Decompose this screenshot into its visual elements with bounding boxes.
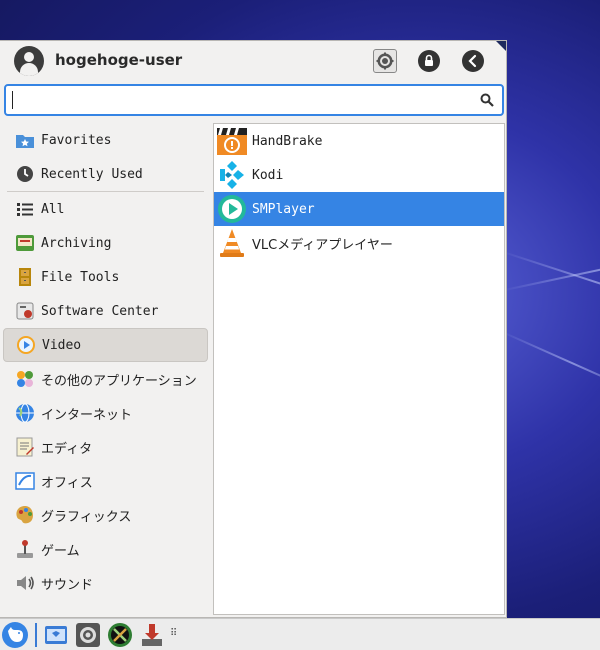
category-games[interactable]: ゲーム bbox=[3, 532, 208, 566]
category-video[interactable]: Video bbox=[3, 328, 208, 362]
user-name: hogehoge-user bbox=[55, 51, 183, 69]
category-label: Software Center bbox=[41, 303, 159, 319]
category-sound[interactable]: サウンド bbox=[3, 566, 208, 600]
download-launcher[interactable] bbox=[139, 622, 165, 648]
xfce-mouse-icon bbox=[8, 627, 23, 642]
app-label: HandBrake bbox=[252, 133, 323, 149]
category-label: ゲーム bbox=[41, 543, 80, 559]
user-avatar-icon[interactable] bbox=[14, 46, 44, 76]
app-list-panel: HandBrake Kodi SMPlayer VLCメディアプレイヤー bbox=[213, 123, 505, 615]
wallpaper-streak bbox=[499, 250, 600, 314]
category-label: Recently Used bbox=[41, 166, 143, 182]
category-label: サウンド bbox=[41, 577, 94, 593]
category-file-tools[interactable]: File Tools bbox=[3, 260, 208, 294]
category-internet[interactable]: インターネット bbox=[3, 396, 208, 430]
joystick-icon bbox=[14, 538, 36, 560]
category-label: All bbox=[41, 201, 65, 217]
category-editor[interactable]: エディタ bbox=[3, 430, 208, 464]
category-label: Video bbox=[42, 337, 82, 353]
category-recently-used[interactable]: Recently Used bbox=[3, 157, 208, 191]
file-manager-icon bbox=[45, 626, 67, 644]
category-sidebar: Favorites Recently Used All Archiving Fi… bbox=[3, 123, 208, 600]
search-box[interactable] bbox=[4, 84, 504, 116]
category-software-center[interactable]: Software Center bbox=[3, 294, 208, 328]
speaker-icon bbox=[14, 572, 36, 594]
software-center-icon bbox=[14, 300, 36, 322]
category-label: インターネット bbox=[41, 407, 133, 423]
vlc-cone-icon bbox=[216, 227, 248, 259]
kodi-icon bbox=[216, 159, 248, 191]
category-label: オフィス bbox=[41, 475, 93, 491]
search-icon[interactable] bbox=[480, 93, 494, 107]
category-favorites[interactable]: Favorites bbox=[3, 123, 208, 157]
app-label: VLCメディアプレイヤー bbox=[252, 237, 393, 253]
other-apps-icon bbox=[14, 368, 36, 390]
smplayer-icon bbox=[216, 193, 248, 225]
application-menu: hogehoge-user Favorites Recently Used Al… bbox=[0, 40, 507, 618]
video-icon bbox=[15, 334, 37, 356]
chevron-left-icon bbox=[468, 54, 477, 68]
file-manager-launcher[interactable] bbox=[43, 622, 69, 648]
category-label: その他のアプリケーション bbox=[41, 373, 197, 389]
category-other-apps[interactable]: その他のアプリケーション bbox=[3, 362, 208, 396]
settings-launcher[interactable] bbox=[75, 622, 101, 648]
office-icon bbox=[14, 470, 36, 492]
category-label: エディタ bbox=[41, 441, 93, 457]
archive-icon bbox=[14, 232, 36, 254]
start-menu-button[interactable] bbox=[2, 622, 28, 648]
category-label: Archiving bbox=[41, 235, 112, 251]
handbrake-icon bbox=[216, 125, 248, 157]
category-label: Favorites bbox=[41, 132, 112, 148]
category-office[interactable]: オフィス bbox=[3, 464, 208, 498]
settings-button[interactable] bbox=[373, 49, 397, 73]
graphics-palette-icon bbox=[14, 504, 36, 526]
category-archiving[interactable]: Archiving bbox=[3, 226, 208, 260]
lock-screen-button[interactable] bbox=[418, 50, 440, 72]
category-label: File Tools bbox=[41, 269, 120, 285]
app-smplayer[interactable]: SMPlayer bbox=[214, 192, 504, 226]
list-icon bbox=[14, 198, 36, 220]
favorites-folder-icon bbox=[14, 129, 36, 151]
crossed-tools-icon bbox=[108, 623, 132, 647]
file-cabinet-icon bbox=[14, 266, 36, 288]
app-kodi[interactable]: Kodi bbox=[214, 158, 504, 192]
download-icon bbox=[142, 624, 162, 646]
menu-header: hogehoge-user bbox=[0, 41, 506, 81]
category-all[interactable]: All bbox=[3, 192, 208, 226]
editor-icon bbox=[14, 436, 36, 458]
app-handbrake[interactable]: HandBrake bbox=[214, 124, 504, 158]
search-input[interactable] bbox=[12, 91, 472, 109]
globe-icon bbox=[14, 402, 36, 424]
taskbar-grip-handle[interactable]: ⠿ bbox=[170, 628, 177, 639]
clock-icon bbox=[14, 163, 36, 185]
app-vlc[interactable]: VLCメディアプレイヤー bbox=[214, 226, 504, 260]
gear-icon bbox=[76, 623, 100, 647]
taskbar: ⠿ bbox=[0, 618, 600, 650]
wallpaper-streak bbox=[499, 330, 600, 397]
app-label: SMPlayer bbox=[252, 201, 315, 217]
back-button[interactable] bbox=[462, 50, 484, 72]
app-label: Kodi bbox=[252, 167, 284, 183]
lock-icon bbox=[425, 54, 433, 66]
category-label: グラフィックス bbox=[41, 509, 132, 525]
category-graphics[interactable]: グラフィックス bbox=[3, 498, 208, 532]
gear-icon bbox=[376, 52, 394, 70]
terminal-launcher[interactable] bbox=[107, 622, 133, 648]
taskbar-divider bbox=[35, 623, 37, 647]
